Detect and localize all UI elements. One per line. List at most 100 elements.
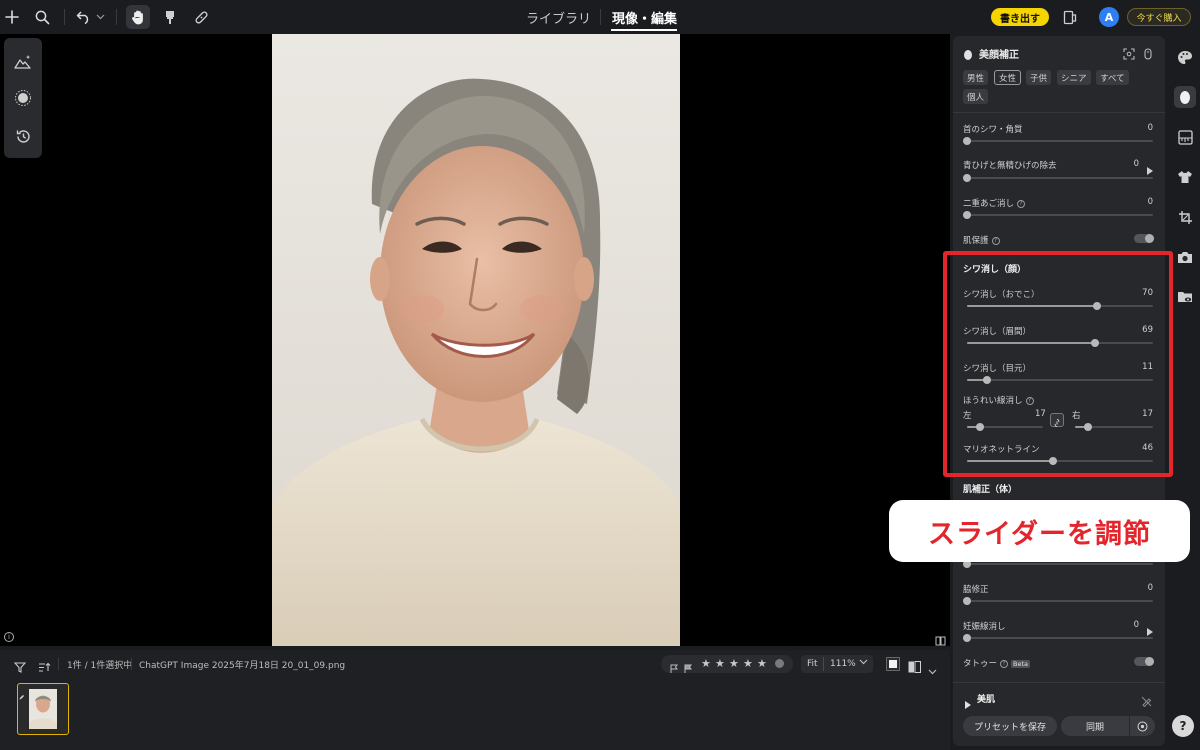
portrait-illustration xyxy=(272,34,680,646)
armpit-value: 0 xyxy=(1147,583,1153,593)
help-question-icon[interactable]: ? xyxy=(1017,199,1026,208)
filter-chip-child[interactable]: 子供 xyxy=(1026,70,1052,85)
clothing-shirt-icon[interactable] xyxy=(1175,167,1195,187)
sync-settings-icon[interactable] xyxy=(1130,716,1155,736)
save-preset-button[interactable]: プリセットを保存 xyxy=(963,716,1057,736)
hidden-body-slider[interactable] xyxy=(963,560,1153,568)
skin-protect-toggle[interactable] xyxy=(1134,234,1154,243)
palette-icon[interactable] xyxy=(1175,47,1195,67)
tattoo-label-text: タトゥー xyxy=(963,659,998,669)
image-canvas[interactable] xyxy=(0,34,950,646)
healing-bandage-icon[interactable] xyxy=(189,5,213,29)
double-chin-label: 二重あご消し? xyxy=(963,197,1026,209)
history-clock-icon[interactable] xyxy=(11,124,35,148)
collapse-triangle-icon[interactable] xyxy=(965,694,971,713)
rating-star-2[interactable]: ★ xyxy=(715,657,725,670)
filter-chip-female[interactable]: 女性 xyxy=(994,70,1022,85)
rating-star-3[interactable]: ★ xyxy=(729,657,739,670)
camera-icon[interactable] xyxy=(1175,247,1195,267)
reject-flag-icon[interactable] xyxy=(683,659,693,678)
rating-star-4[interactable]: ★ xyxy=(743,657,753,670)
double-chin-value: 0 xyxy=(1147,197,1153,207)
zoom-control: Fit 111% xyxy=(801,655,873,673)
ruler-adjust-icon[interactable] xyxy=(1175,127,1195,147)
stretch-mark-slider[interactable] xyxy=(963,634,1153,642)
disabled-eraser-icon[interactable] xyxy=(1141,692,1152,711)
export-button[interactable]: 書き出す xyxy=(991,8,1049,26)
reset-icon[interactable] xyxy=(1143,45,1153,64)
face-detect-icon[interactable] xyxy=(1123,45,1135,64)
body-skin-section-title: 肌補正（体） xyxy=(963,485,1018,495)
annotation-callout: スライダーを調節 xyxy=(889,500,1190,562)
fit-button[interactable]: Fit xyxy=(807,659,818,669)
search-icon[interactable] xyxy=(30,5,54,29)
auto-enhance-mountain-icon[interactable] xyxy=(11,50,35,74)
view-chevron-down-icon[interactable] xyxy=(928,660,937,679)
filmstrip-panel: 1件 / 1件選択中 ChatGPT Image 2025年7月18日 20_0… xyxy=(0,650,950,750)
help-question-icon[interactable]: ? xyxy=(991,236,1000,245)
hand-tool-icon[interactable] xyxy=(126,5,150,29)
zoom-chevron-down-icon[interactable] xyxy=(859,658,868,668)
flag-icon[interactable] xyxy=(669,659,679,678)
help-button[interactable]: ? xyxy=(1172,715,1194,737)
portrait-photo xyxy=(272,34,680,646)
toolbar-divider xyxy=(64,9,65,25)
share-device-icon[interactable] xyxy=(1058,5,1082,29)
add-icon[interactable] xyxy=(0,5,24,29)
sort-icon[interactable] xyxy=(38,658,51,677)
filter-chip-all[interactable]: すべて xyxy=(1096,70,1129,85)
rating-star-1[interactable]: ★ xyxy=(701,657,711,670)
brush-tool-icon[interactable] xyxy=(158,5,182,29)
face-retouch-tab-icon[interactable] xyxy=(1174,86,1196,108)
left-tool-palette xyxy=(4,38,42,158)
section-divider xyxy=(953,682,1165,683)
beard-removal-value: 0 xyxy=(1133,159,1139,169)
filter-sun-icon[interactable] xyxy=(11,86,35,110)
zoom-level[interactable]: 111% xyxy=(830,659,856,669)
panel-title: 美顔補正 xyxy=(979,50,1019,61)
skin-protect-label-text: 肌保護 xyxy=(963,236,989,246)
color-label-dot[interactable] xyxy=(775,659,784,668)
help-question-icon[interactable]: ? xyxy=(1000,659,1009,668)
stretch-mark-value: 0 xyxy=(1133,620,1139,630)
beauty-skin-section-title[interactable]: 美肌 xyxy=(977,692,995,705)
file-name: ChatGPT Image 2025年7月18日 20_01_09.png xyxy=(139,661,346,671)
tattoo-label: タトゥー? Beta xyxy=(963,657,1031,669)
beta-badge: Beta xyxy=(1011,660,1031,668)
double-chin-slider[interactable] xyxy=(963,211,1153,219)
buy-now-button[interactable]: 今すぐ購入 xyxy=(1127,8,1191,26)
armpit-label: 脇修正 xyxy=(963,585,989,595)
app-window: ライブラリ 現像・編集 書き出す A 今すぐ購入 i 1件 / 1件選択中 Ch… xyxy=(0,0,1200,750)
crop-icon[interactable] xyxy=(1175,207,1195,227)
undo-history-chevron-down-icon[interactable] xyxy=(92,5,108,29)
sync-button[interactable]: 同期 xyxy=(1061,716,1129,736)
neck-wrinkle-label: 首のシワ・角質 xyxy=(963,125,1023,135)
active-tab-underline xyxy=(611,29,677,31)
before-after-view-icon[interactable] xyxy=(908,658,921,677)
tab-develop-edit[interactable]: 現像・編集 xyxy=(612,8,677,27)
filter-chip-individual[interactable]: 個人 xyxy=(963,89,989,104)
filter-funnel-icon[interactable] xyxy=(13,658,27,677)
edited-pencil-icon xyxy=(19,685,25,700)
filter-chip-senior[interactable]: シニア xyxy=(1057,70,1091,85)
double-chin-label-text: 二重あご消し xyxy=(963,199,1015,209)
toolbar-divider xyxy=(131,658,132,670)
user-avatar[interactable]: A xyxy=(1099,7,1119,27)
info-icon[interactable]: i xyxy=(4,632,14,642)
book-compare-icon[interactable] xyxy=(935,631,946,646)
beard-removal-slider[interactable] xyxy=(963,174,1153,182)
section-divider xyxy=(953,112,1165,113)
filter-chip-male[interactable]: 男性 xyxy=(963,70,989,85)
tattoo-toggle[interactable] xyxy=(1134,657,1154,666)
tab-divider xyxy=(600,9,601,25)
armpit-slider[interactable] xyxy=(963,597,1153,605)
folder-eye-icon[interactable] xyxy=(1175,287,1195,307)
single-view-icon[interactable] xyxy=(886,657,900,671)
beard-removal-label: 青ひげと無精ひげの除去 xyxy=(963,161,1057,171)
toolbar-divider xyxy=(58,658,59,670)
rating-star-5[interactable]: ★ xyxy=(757,657,767,670)
toolbar-divider xyxy=(116,9,117,25)
tab-library[interactable]: ライブラリ xyxy=(526,8,591,27)
neck-wrinkle-slider[interactable] xyxy=(963,137,1153,145)
filmstrip-thumbnail[interactable] xyxy=(17,683,69,735)
